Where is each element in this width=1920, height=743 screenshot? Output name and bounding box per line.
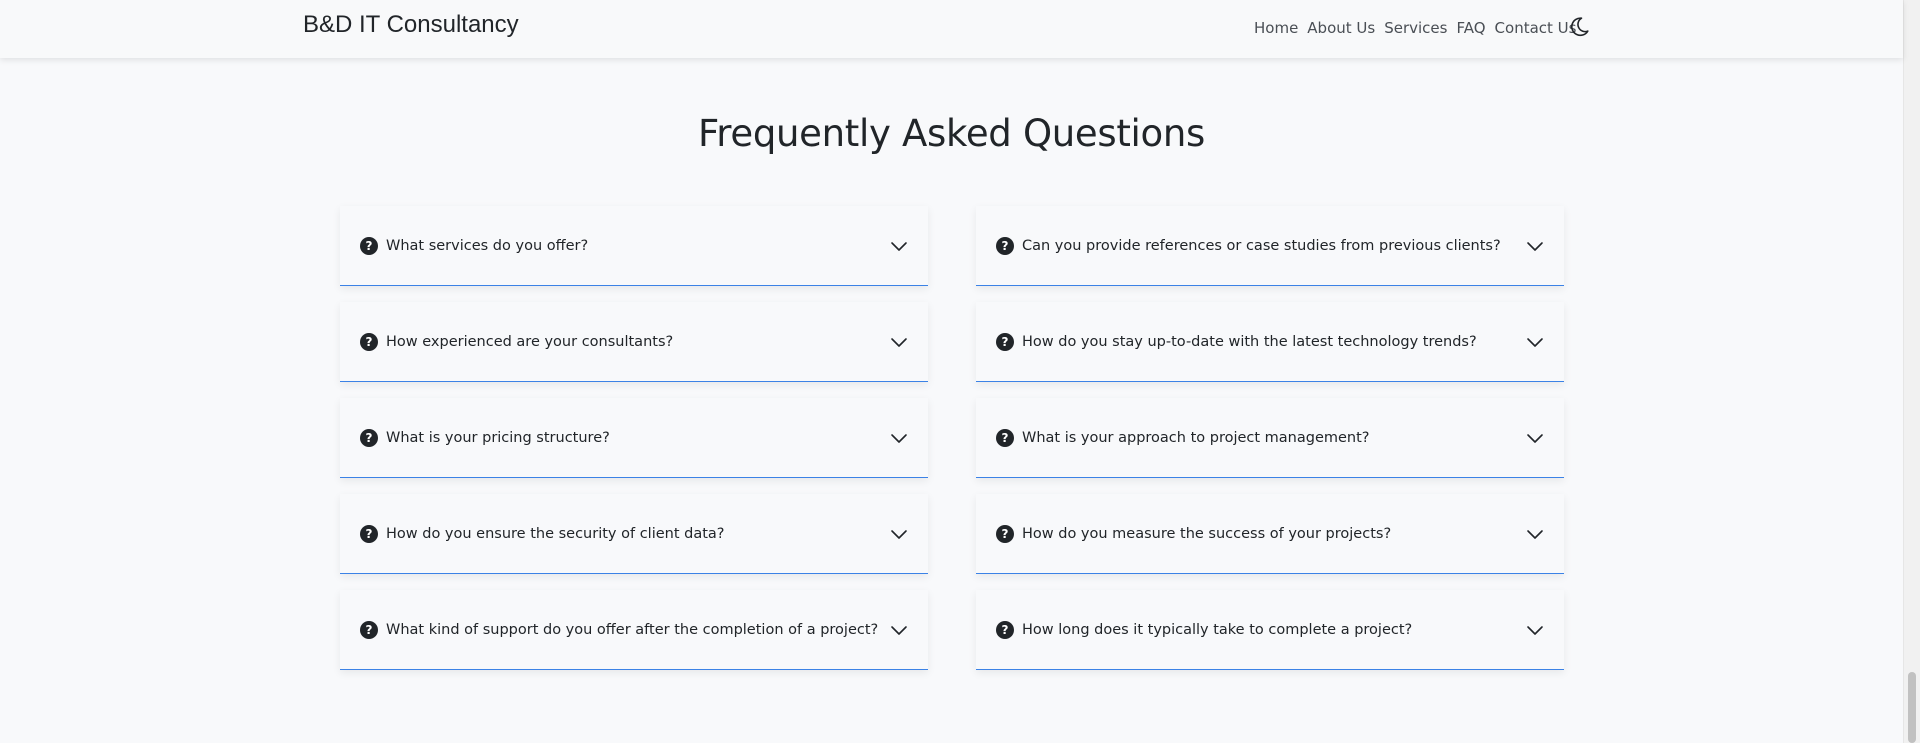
chevron-down-icon	[1527, 433, 1543, 443]
chevron-down-icon	[891, 625, 907, 635]
chevron-down-icon	[1527, 241, 1543, 251]
faq-column-left: ? What services do you offer? ? How expe…	[340, 206, 928, 686]
question-circle-icon: ?	[996, 332, 1014, 351]
nav-link-services[interactable]: Services	[1384, 19, 1447, 37]
brand-logo-text[interactable]: B&D IT Consultancy	[303, 11, 519, 39]
vertical-scrollbar[interactable]	[1903, 0, 1920, 743]
faq-column-right: ? Can you provide references or case stu…	[976, 206, 1564, 686]
chevron-down-icon	[1527, 529, 1543, 539]
faq-question: Can you provide references or case studi…	[1022, 237, 1501, 254]
question-circle-icon: ?	[996, 236, 1014, 255]
faq-question: How do you stay up-to-date with the late…	[1022, 333, 1477, 350]
question-circle-icon: ?	[996, 524, 1014, 543]
question-circle-icon: ?	[360, 428, 378, 447]
scrollbar-thumb[interactable]	[1908, 672, 1916, 743]
faq-question: What is your approach to project managem…	[1022, 429, 1370, 446]
question-circle-icon: ?	[360, 236, 378, 255]
faq-item[interactable]: ? What is your approach to project manag…	[976, 398, 1564, 478]
chevron-down-icon	[1527, 625, 1543, 635]
faq-item[interactable]: ? What services do you offer?	[340, 206, 928, 286]
faq-question: How experienced are your consultants?	[386, 333, 674, 350]
faq-question: What kind of support do you offer after …	[386, 621, 879, 638]
moon-icon[interactable]	[1567, 15, 1591, 39]
chevron-down-icon	[891, 433, 907, 443]
faq-question: What services do you offer?	[386, 237, 589, 254]
faq-question: What is your pricing structure?	[386, 429, 610, 446]
question-circle-icon: ?	[360, 620, 378, 639]
faq-item[interactable]: ? What is your pricing structure?	[340, 398, 928, 478]
chevron-down-icon	[1527, 337, 1543, 347]
faq-item[interactable]: ? How do you stay up-to-date with the la…	[976, 302, 1564, 382]
nav-link-home[interactable]: Home	[1254, 19, 1298, 37]
nav-link-faq[interactable]: FAQ	[1456, 19, 1485, 37]
faq-question: How do you measure the success of your p…	[1022, 525, 1392, 542]
navbar: B&D IT Consultancy Home About Us Service…	[0, 0, 1903, 58]
page: B&D IT Consultancy Home About Us Service…	[0, 0, 1920, 743]
faq-item[interactable]: ? How long does it typically take to com…	[976, 590, 1564, 670]
question-circle-icon: ?	[996, 620, 1014, 639]
faq-item[interactable]: ? How do you ensure the security of clie…	[340, 494, 928, 574]
faq-item[interactable]: ? What kind of support do you offer afte…	[340, 590, 928, 670]
chevron-down-icon	[891, 337, 907, 347]
faq-item[interactable]: ? Can you provide references or case stu…	[976, 206, 1564, 286]
faq-question: How do you ensure the security of client…	[386, 525, 725, 542]
nav-links: Home About Us Services FAQ Contact Us	[1254, 19, 1576, 37]
faq-heading: Frequently Asked Questions	[697, 112, 1206, 155]
question-circle-icon: ?	[996, 428, 1014, 447]
faq-question: How long does it typically take to compl…	[1022, 621, 1413, 638]
faq-item[interactable]: ? How experienced are your consultants?	[340, 302, 928, 382]
chevron-down-icon	[891, 241, 907, 251]
chevron-down-icon	[891, 529, 907, 539]
nav-link-about-us[interactable]: About Us	[1307, 19, 1375, 37]
question-circle-icon: ?	[360, 524, 378, 543]
faq-item[interactable]: ? How do you measure the success of your…	[976, 494, 1564, 574]
nav-link-contact-us[interactable]: Contact Us	[1495, 19, 1577, 37]
question-circle-icon: ?	[360, 332, 378, 351]
